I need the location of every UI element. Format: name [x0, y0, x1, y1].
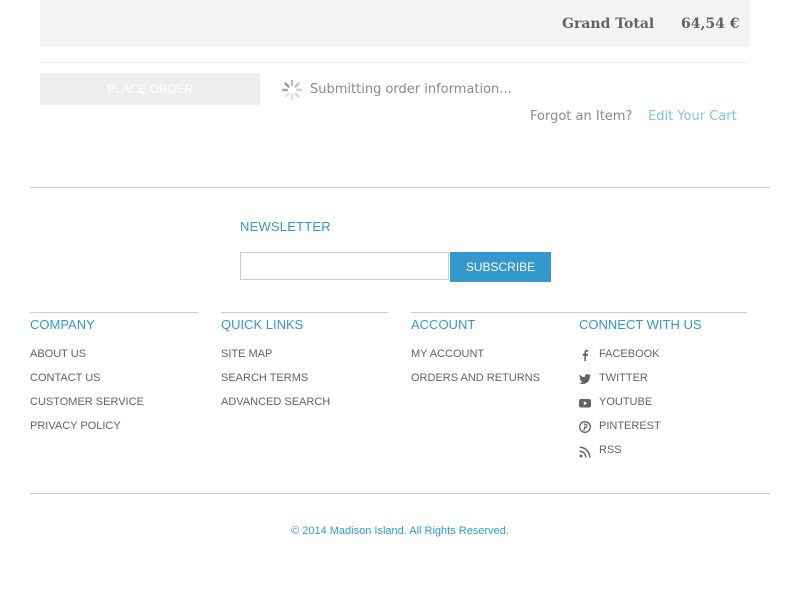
footer-link-facebook[interactable]: FACEBOOK: [599, 348, 660, 360]
column-rule: [579, 312, 747, 313]
footer-link-rss[interactable]: RSS: [599, 444, 622, 456]
edit-cart-link[interactable]: Edit Your Cart: [648, 109, 737, 124]
footer-link-about-us[interactable]: ABOUT US: [30, 348, 86, 360]
grand-total-label: Grand Total: [562, 16, 655, 32]
newsletter-title: NEWSLETTER: [240, 219, 331, 234]
footer-link-customer-service[interactable]: CUSTOMER SERVICE: [30, 396, 144, 408]
connect-heading: CONNECT WITH US: [579, 317, 702, 332]
youtube-icon: [579, 399, 591, 408]
submitting-status-text: Submitting order information...: [310, 82, 512, 97]
footer-link-privacy-policy[interactable]: PRIVACY POLICY: [30, 420, 121, 432]
footer-link-search-terms[interactable]: SEARCH TERMS: [221, 372, 308, 384]
footer-link-youtube[interactable]: YOUTUBE: [599, 396, 652, 408]
newsletter-email-input[interactable]: [240, 252, 449, 280]
column-rule: [221, 312, 388, 313]
copyright-text: © 2014 Madison Island. All Rights Reserv…: [291, 525, 509, 537]
column-rule: [411, 312, 579, 313]
quick-links-heading: QUICK LINKS: [221, 317, 304, 332]
twitter-icon: [579, 374, 591, 384]
forgot-item-text: Forgot an Item?: [530, 109, 633, 124]
footer-link-site-map[interactable]: SITE MAP: [221, 348, 272, 360]
account-heading: ACCOUNT: [411, 317, 476, 332]
rss-icon: [579, 446, 591, 458]
footer-link-advanced-search[interactable]: ADVANCED SEARCH: [221, 396, 330, 408]
footer-divider: [30, 187, 770, 188]
footer-link-contact-us[interactable]: CONTACT US: [30, 372, 101, 384]
footer-link-twitter[interactable]: TWITTER: [599, 372, 648, 384]
footer-link-my-account[interactable]: MY ACCOUNT: [411, 348, 484, 360]
facebook-icon: [582, 349, 588, 361]
place-order-button[interactable]: PLACE ORDER: [40, 73, 260, 105]
company-heading: COMPANY: [30, 317, 95, 332]
divider: [40, 62, 750, 63]
footer-link-orders-and-returns[interactable]: ORDERS AND RETURNS: [411, 372, 540, 384]
grand-total-value: 64,54 €: [681, 16, 740, 32]
pinterest-icon: [579, 421, 591, 433]
loading-spinner-icon: [281, 79, 303, 101]
footer-link-pinterest[interactable]: PINTEREST: [599, 420, 661, 432]
footer-bottom-divider: [30, 493, 770, 494]
subscribe-button[interactable]: SUBSCRIBE: [450, 252, 551, 282]
column-rule: [30, 312, 198, 313]
